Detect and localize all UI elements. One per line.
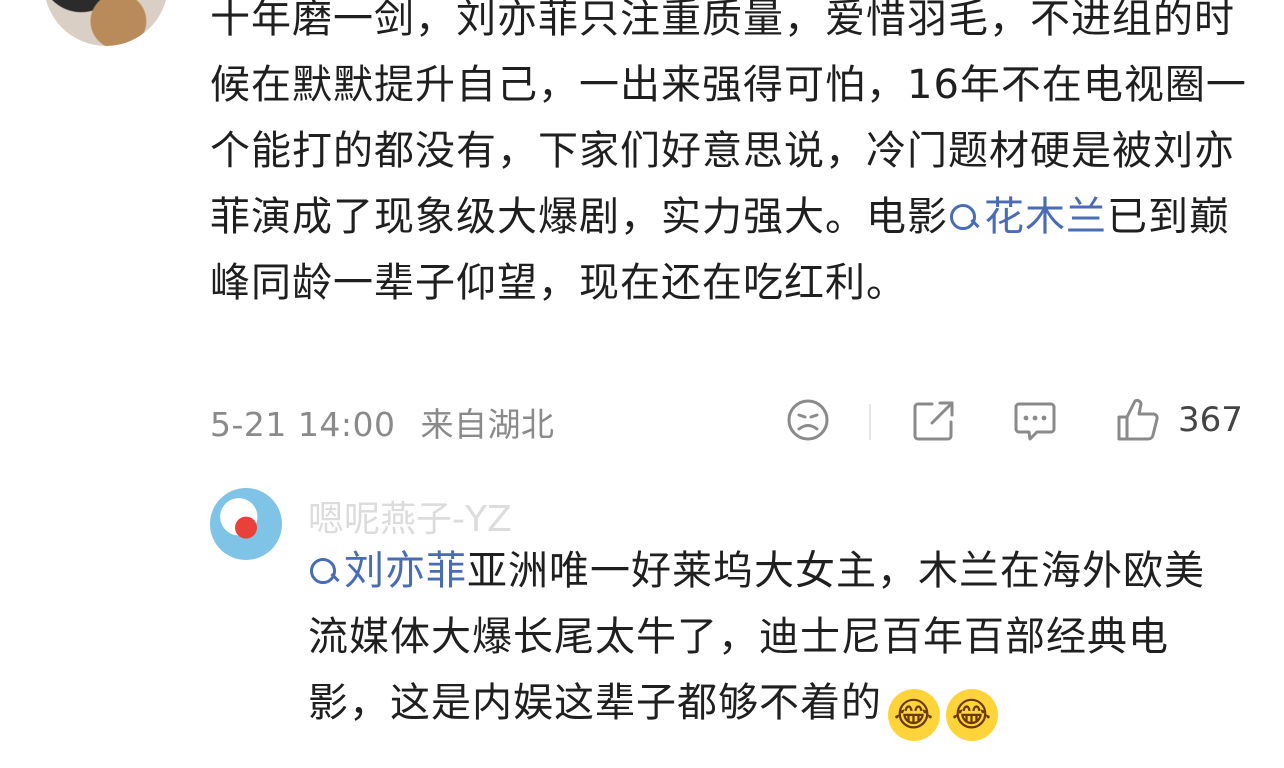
topic-link[interactable]: 花木兰	[948, 194, 1107, 240]
comment-meta: 5-21 14:00 来自湖北	[210, 398, 555, 446]
search-icon	[948, 202, 978, 232]
search-icon	[308, 556, 338, 586]
reply-topic-label: 刘亦菲	[344, 548, 467, 594]
comment-location: 来自湖北	[420, 405, 555, 444]
reply-username[interactable]: 嗯呢燕子-YZ	[308, 490, 512, 542]
thumbs-up-icon	[1117, 398, 1159, 441]
comment-date: 5-21 14:00	[210, 405, 396, 444]
commenter-avatar[interactable]	[44, 0, 168, 46]
sad-face-icon	[787, 399, 829, 441]
topic-label: 花木兰	[984, 194, 1107, 240]
share-icon	[913, 401, 954, 441]
laughing-crying-emoji-icon: 😂	[888, 689, 940, 741]
reply-text: 刘亦菲亚洲唯一好莱坞大女主，木兰在海外欧美流媒体大爆长尾太牛了，迪士尼百年百部经…	[308, 538, 1208, 741]
like-count: 367	[1178, 400, 1243, 440]
comment-icon	[1014, 402, 1056, 441]
reply-topic-link[interactable]: 刘亦菲	[308, 548, 467, 594]
laughing-crying-emoji-icon: 😂	[946, 689, 998, 741]
dislike-button[interactable]	[786, 398, 830, 442]
comment-button[interactable]	[1013, 400, 1057, 444]
reply-avatar[interactable]	[210, 488, 282, 560]
action-divider	[869, 404, 871, 440]
comment-text: 十年磨一剑，刘亦菲只注重质量，爱惜羽毛，不进组的时候在默默提升自己，一出来强得可…	[210, 0, 1250, 316]
like-button[interactable]: 367	[1116, 397, 1243, 443]
share-button[interactable]	[912, 400, 956, 442]
